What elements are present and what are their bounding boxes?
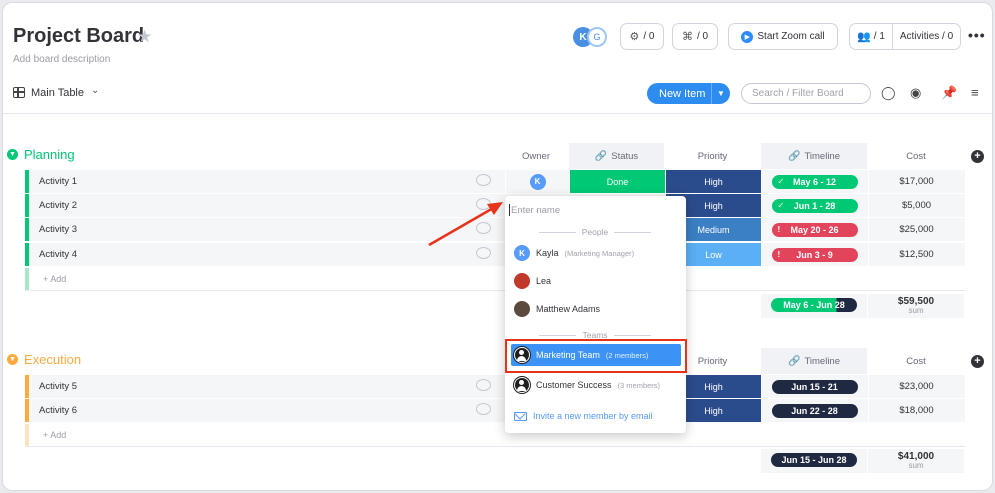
annotation-arrow-head <box>487 202 503 215</box>
annotation-arrow-line <box>428 205 496 247</box>
annotation-arrow <box>428 202 503 247</box>
board-window: Project Board ★ Add board description K … <box>2 2 993 491</box>
